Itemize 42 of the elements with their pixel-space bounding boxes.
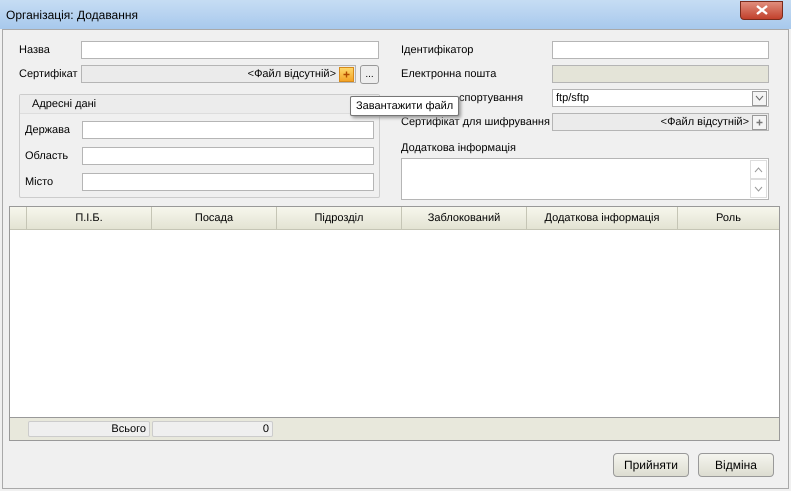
plus-icon [343, 70, 350, 78]
column-header[interactable]: Посада [152, 207, 277, 229]
field-label: Сертифікат [19, 68, 79, 80]
window-title: Організація: Додавання [6, 8, 138, 22]
input-field[interactable] [81, 41, 379, 59]
dialog-button[interactable]: Відміна [698, 453, 774, 477]
input-field[interactable] [82, 121, 374, 139]
field-label: Місто [25, 176, 54, 188]
file-status: <Файл відсутній> [660, 116, 749, 128]
total-label: Всього [28, 421, 150, 437]
column-header[interactable]: П.І.Б. [27, 207, 152, 229]
field-label: спортування [458, 92, 524, 104]
tooltip: Завантажити файл [350, 96, 460, 116]
file-status: <Файл відсутній> [248, 68, 336, 80]
field-label: Назва [19, 44, 51, 56]
scroll-up-icon[interactable] [750, 160, 767, 179]
browse-button[interactable]: ... [360, 64, 379, 84]
field-label: Область [25, 150, 70, 162]
dropdown-value: ftp/sftp [556, 92, 590, 104]
close-icon [756, 5, 768, 15]
field-label: Сертифікат для шифрування [401, 116, 551, 128]
column-header[interactable]: Додаткова інформація [527, 207, 678, 229]
column-header[interactable]: Заблокований [402, 207, 527, 229]
input-field[interactable] [82, 147, 374, 165]
plus-icon [756, 118, 763, 126]
dialog-button[interactable]: Прийняти [613, 453, 689, 477]
total-value: 0 [152, 421, 273, 437]
plus-button[interactable] [339, 66, 354, 82]
plus-button[interactable] [752, 114, 767, 130]
notes-field[interactable] [401, 158, 769, 200]
field-label: Держава [25, 124, 71, 136]
scroll-down-icon[interactable] [750, 179, 767, 198]
input-field[interactable] [552, 41, 769, 59]
field-label: Додаткова інформація [401, 142, 517, 154]
close-button[interactable] [740, 0, 783, 20]
group-title: Адресні дані [32, 98, 96, 110]
column-header[interactable]: Підрозділ [277, 207, 402, 229]
field-label: Електронна пошта [401, 68, 498, 80]
column-header[interactable]: Роль [678, 207, 779, 229]
input-field[interactable] [82, 173, 374, 191]
field-label: Ідентифікатор [401, 44, 474, 56]
dropdown-field[interactable]: ftp/sftp [552, 89, 769, 107]
